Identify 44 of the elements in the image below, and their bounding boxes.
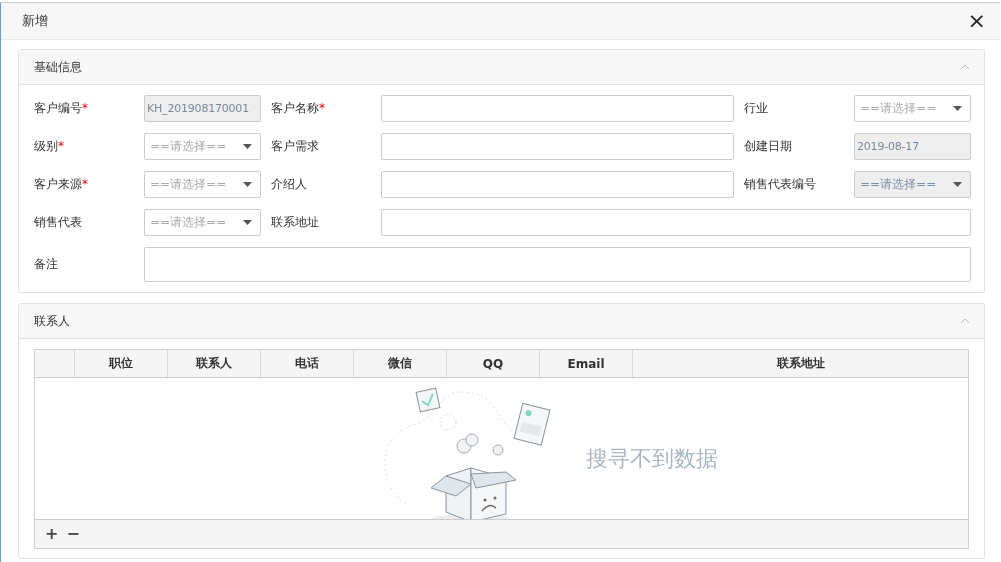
field-label: 客户需求 [270,138,320,155]
field-label: 行业 [743,100,769,117]
dropdown-caret-icon [243,144,252,149]
field-label: 联系地址 [270,214,320,231]
panel-title: 基础信息 [34,58,82,76]
input-field[interactable] [381,171,734,198]
field-label: 介绍人 [270,176,308,193]
column-header[interactable]: 联系地址 [633,350,968,377]
column-header[interactable]: 电话 [261,350,354,377]
column-header[interactable]: 职位 [75,350,168,377]
panel-header[interactable]: 联系人 [19,304,984,339]
remark-field[interactable] [144,247,971,282]
dropdown-caret-icon [243,220,252,225]
input-field[interactable] [381,95,734,122]
column-header[interactable]: 联系人 [168,350,261,377]
column-header[interactable]: QQ [447,350,540,377]
required-mark: * [82,177,88,191]
required-mark: * [82,101,88,115]
input-field[interactable] [381,133,734,160]
collapse-icon[interactable] [960,64,970,70]
empty-message: 搜寻不到数据 [585,444,718,473]
panel-title: 联系人 [34,312,70,330]
input-field[interactable] [381,209,971,236]
field-label: 客户来源* [34,176,89,193]
column-header[interactable]: 微信 [354,350,447,377]
column-header[interactable]: Email [540,350,633,377]
field-label: 销售代表 [34,214,83,231]
dropdown-caret-icon [953,106,962,111]
field-label: 销售代表编号 [743,176,817,193]
toolbar-button[interactable]: + [43,526,61,542]
panel-header[interactable]: 基础信息 [19,50,984,85]
toolbar-button[interactable]: − [64,526,82,542]
close-button[interactable]: × [963,11,990,31]
field-label: 备注 [34,256,59,273]
dropdown-caret-icon [243,182,252,187]
field-label: 级别* [34,138,65,155]
required-mark: * [58,139,64,153]
field-label: 创建日期 [743,138,793,155]
field-label: 客户名称* [270,100,326,117]
required-mark: * [319,101,325,115]
collapse-icon[interactable] [960,318,970,324]
window-title: 新增 [22,12,48,30]
dropdown-caret-icon [953,182,962,187]
field-label: 客户编号* [34,100,89,117]
